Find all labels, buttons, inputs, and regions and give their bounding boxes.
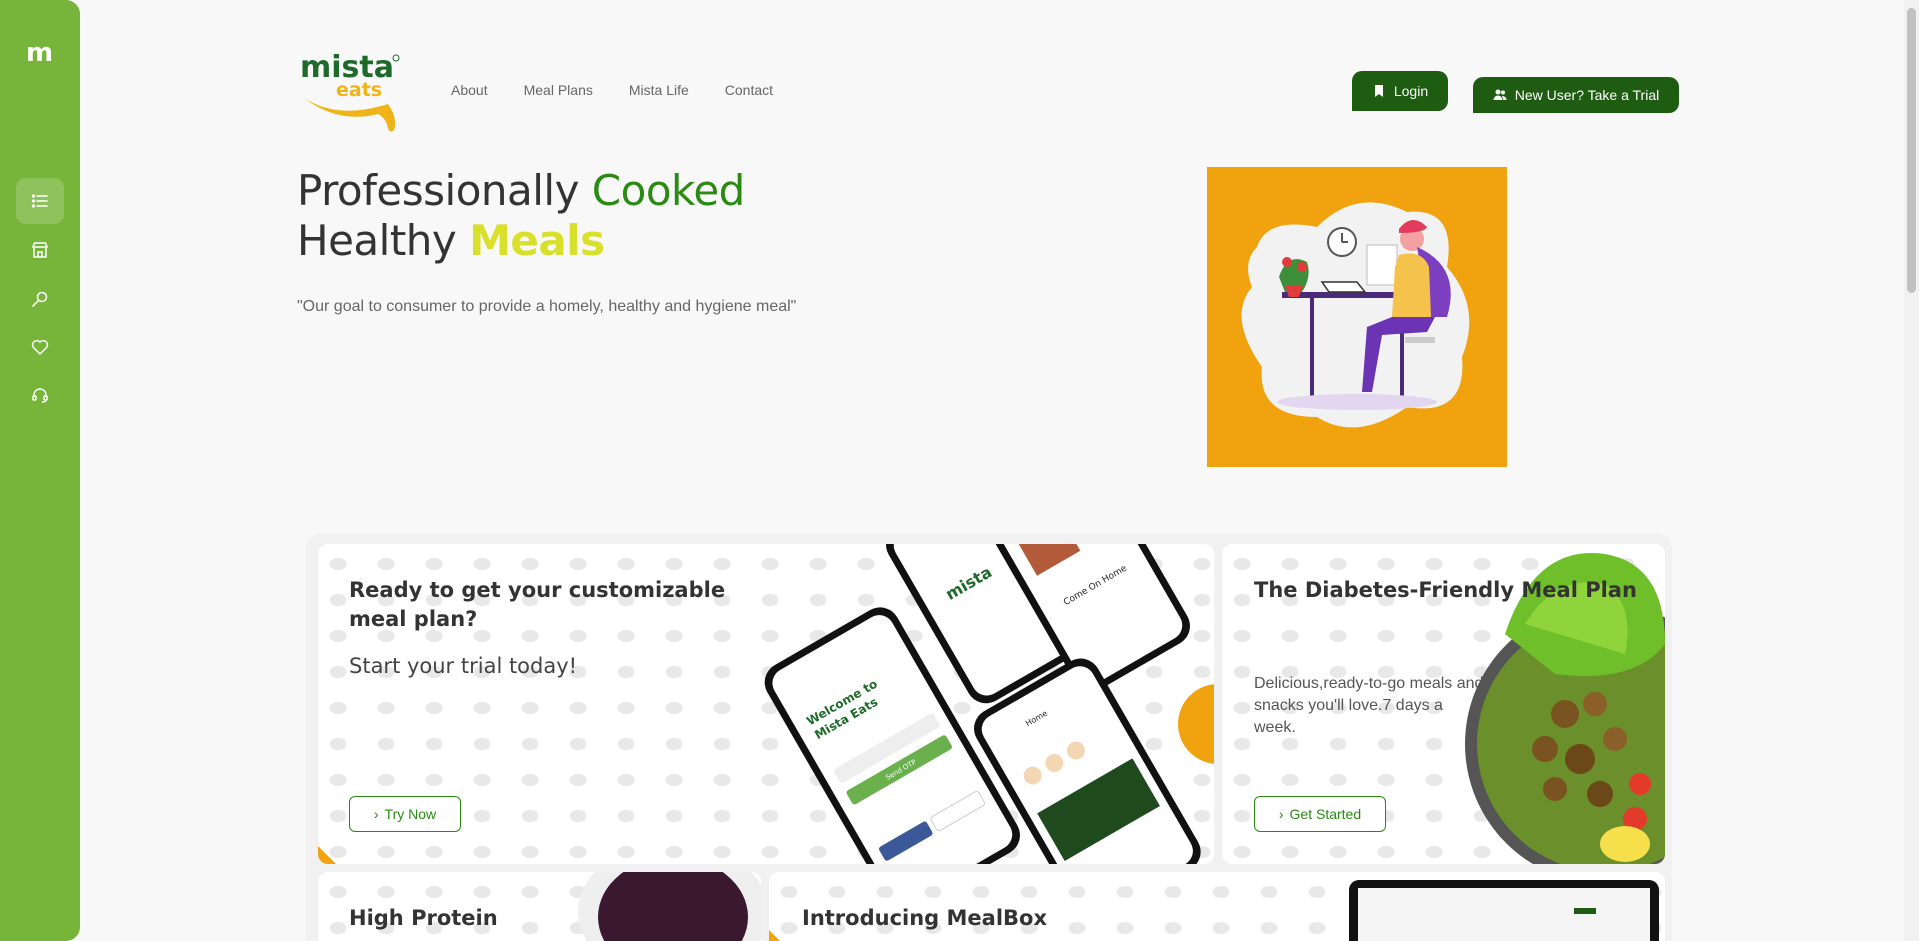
- hero-quote: "Our goal to consumer to provide a homel…: [297, 298, 797, 315]
- login-label: Login: [1393, 83, 1429, 99]
- list-icon: [31, 194, 48, 208]
- headset-icon: [32, 388, 48, 403]
- try-now-button[interactable]: › Try Now: [349, 796, 461, 832]
- hero-title-part3: Healthy: [297, 216, 470, 265]
- try-now-label: Try Now: [384, 806, 437, 822]
- hero-title-part1: Professionally: [297, 166, 592, 215]
- store-icon: [31, 242, 49, 258]
- app-phones-image: Welcome to Mista Eats Send OTP mista Com…: [764, 544, 1214, 864]
- mealbox-card: Introducing MealBox: [769, 872, 1665, 941]
- sidebar-item-favorites[interactable]: [16, 324, 64, 370]
- brand-logo[interactable]: mista eats: [298, 48, 418, 134]
- sidebar-logo[interactable]: m: [26, 40, 54, 66]
- hero-title-cooked: Cooked: [591, 166, 746, 215]
- hero-title-meals: Meals: [469, 216, 605, 265]
- high-protein-card: High Protein: [318, 872, 761, 941]
- nav-about[interactable]: About: [451, 82, 488, 98]
- trial-card-subtitle: Start your trial today!: [349, 654, 578, 678]
- hero-illustration: [1207, 167, 1507, 467]
- corner-accent: [318, 846, 336, 864]
- main-nav: About Meal Plans Mista Life Contact: [451, 82, 773, 98]
- chevron-right-icon: ›: [1278, 806, 1284, 822]
- hero-title: Professionally Cooked Healthy Meals: [297, 166, 745, 266]
- get-started-button[interactable]: › Get Started: [1254, 796, 1386, 832]
- trial-button[interactable]: New User? Take a Trial: [1473, 77, 1679, 113]
- nav-mista-life[interactable]: Mista Life: [629, 82, 689, 98]
- high-protein-title: High Protein: [349, 906, 498, 930]
- sidebar-item-support[interactable]: [16, 372, 64, 418]
- login-button[interactable]: Login: [1352, 71, 1448, 111]
- get-started-label: Get Started: [1289, 806, 1362, 822]
- nav-contact[interactable]: Contact: [725, 82, 773, 98]
- scrollbar[interactable]: [1904, 0, 1919, 941]
- diabetes-card-text: Delicious,ready-to-go meals and snacks y…: [1254, 675, 1484, 736]
- trial-label: New User? Take a Trial: [1514, 87, 1660, 103]
- search-key-icon: [32, 291, 48, 307]
- mealbox-title: Introducing MealBox: [802, 906, 1047, 930]
- sidebar: m: [0, 0, 80, 941]
- diabetes-card: The Diabetes-Friendly Meal Plan Deliciou…: [1222, 544, 1665, 864]
- beans-image: [578, 872, 761, 941]
- sidebar-item-menu[interactable]: [16, 178, 64, 224]
- sidebar-item-store[interactable]: [16, 227, 64, 273]
- users-icon: [1493, 89, 1507, 100]
- bookmark-icon: [1374, 85, 1383, 97]
- nav-meal-plans[interactable]: Meal Plans: [524, 82, 593, 98]
- chevron-right-icon: ›: [373, 806, 379, 822]
- scrollbar-thumb[interactable]: [1907, 8, 1916, 293]
- trial-card-title: Ready to get your customizable meal plan…: [349, 578, 726, 631]
- diabetes-card-title: The Diabetes-Friendly Meal Plan: [1254, 578, 1637, 602]
- sidebar-item-search[interactable]: [16, 276, 64, 322]
- mealbox-laptop-image: [1349, 880, 1659, 941]
- trial-card: Ready to get your customizable meal plan…: [318, 544, 1214, 864]
- brand-wordmark-sub: eats: [336, 79, 382, 101]
- heart-icon: [31, 339, 49, 356]
- corner-accent: [769, 930, 780, 941]
